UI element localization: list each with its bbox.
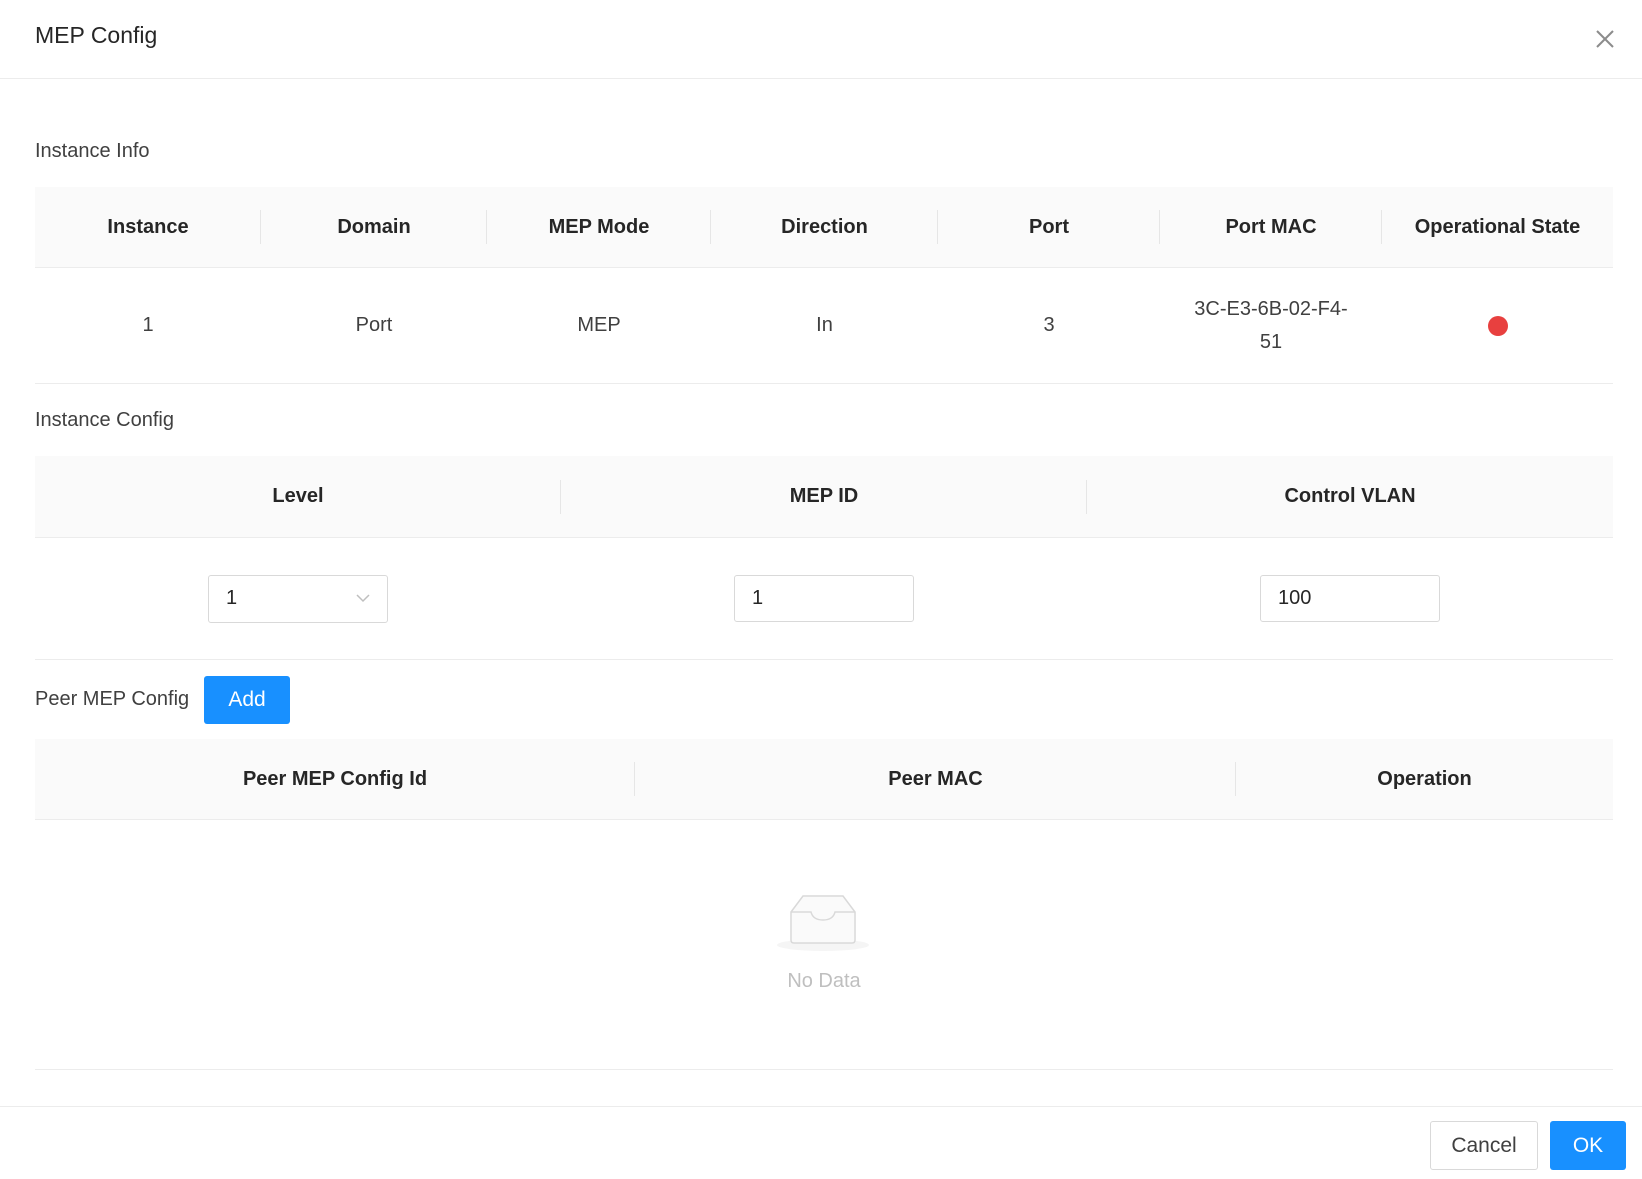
empty-text: No Data [787,970,861,992]
column-header: Peer MEP Config Id [35,739,635,819]
column-header: Port MAC [1160,187,1382,267]
control-vlan-cell [1087,538,1613,659]
table-row: 1 Port MEP In 3 3C-E3-6B-02-F4- 51 [35,268,1613,384]
add-button[interactable]: Add [204,676,290,724]
operational-state-cell [1382,268,1613,383]
instance-cell: 1 [142,314,154,336]
column-header: MEP ID [561,456,1087,537]
close-icon [1596,30,1614,48]
level-select-value: 1 [226,587,238,609]
column-header: Control VLAN [1284,485,1416,507]
peer-mep-header: Peer MEP Config Id Peer MAC Operation [35,739,1613,820]
column-header: Port [938,187,1160,267]
instance-info-header: Instance Domain MEP Mode Direction Port … [35,187,1613,268]
empty-inbox-icon [777,895,869,951]
chevron-down-icon [356,593,370,602]
ok-button[interactable]: OK [1550,1121,1626,1170]
column-header: Peer MAC [635,739,1236,819]
peer-mep-config-label: Peer MEP Config [35,688,190,710]
domain-cell: Port [355,314,393,336]
mep-id-input[interactable] [734,575,914,622]
close-button[interactable] [1592,26,1618,52]
column-header: Domain [261,187,487,267]
level-cell: 1 [35,538,561,659]
status-dot-icon [1487,315,1508,336]
column-header: Instance [35,187,261,267]
column-header: Direction [711,187,938,267]
port-cell: 3 [1043,314,1055,336]
port-mac-cell: 3C-E3-6B-02-F4- 51 [1160,268,1382,383]
column-header: MEP Mode [487,187,711,267]
instance-info-label: Instance Info [35,140,150,162]
cancel-button[interactable]: Cancel [1430,1121,1538,1170]
modal-footer: Cancel OK [0,1106,1642,1179]
mep-mode-cell: MEP [577,314,621,336]
table-row: 1 [35,538,1613,660]
instance-config-label: Instance Config [35,409,174,431]
port-mac-line: 51 [1259,330,1283,353]
control-vlan-input[interactable] [1260,575,1440,622]
instance-config-header: Level MEP ID Control VLAN [35,456,1613,538]
empty-state: No Data [35,820,1613,1070]
column-header: Operation [1377,767,1472,790]
mep-id-cell [561,538,1087,659]
direction-cell: In [816,314,833,336]
level-select[interactable]: 1 [208,574,388,623]
modal-header: MEP Config [0,0,1642,79]
port-mac-line: 3C-E3-6B-02-F4- [1194,297,1348,320]
column-header: Level [35,456,561,537]
column-header: Operational State [1414,215,1581,238]
modal-title: MEP Config [35,22,158,48]
